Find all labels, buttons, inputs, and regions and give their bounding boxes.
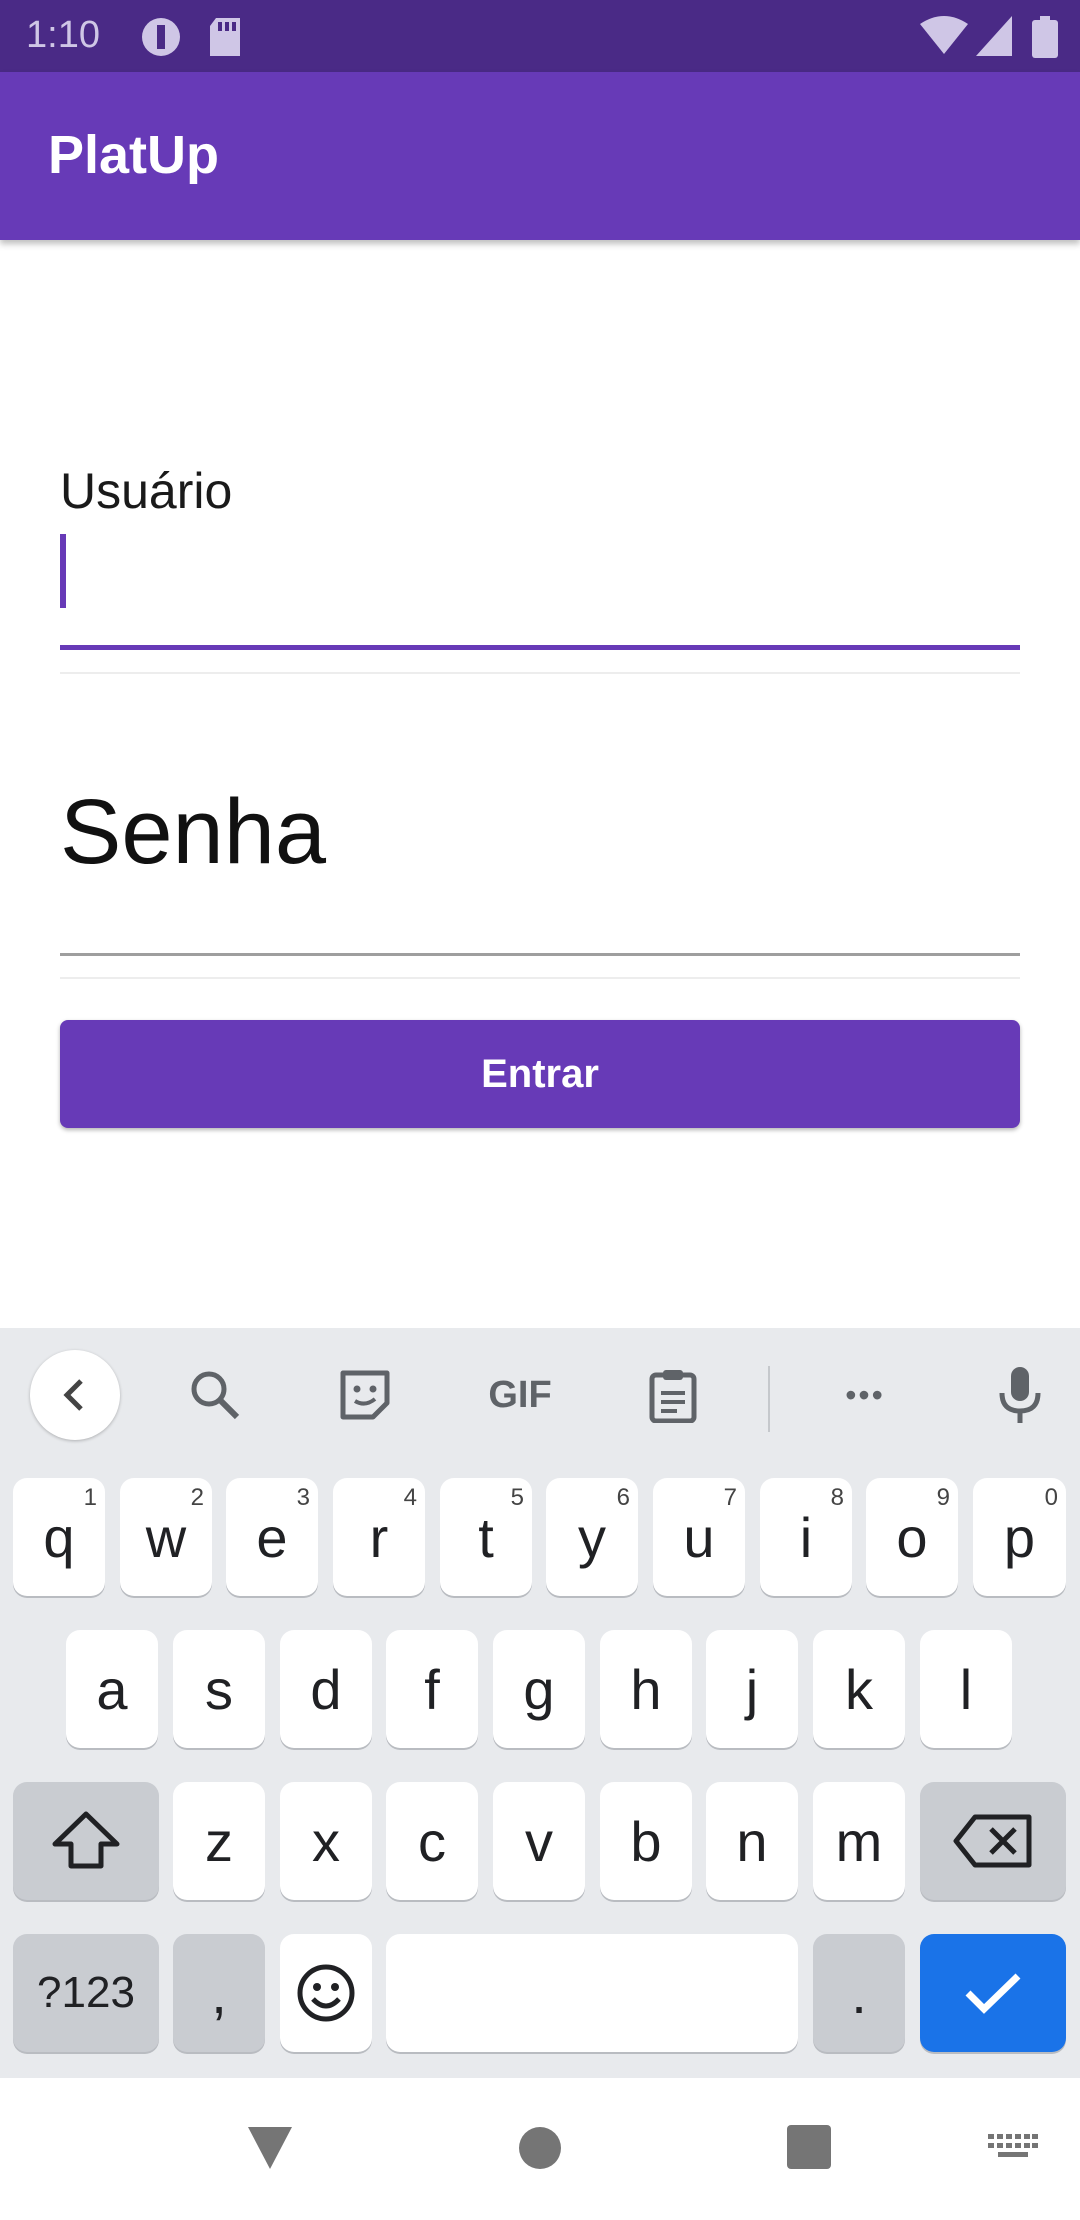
- key-z[interactable]: z: [173, 1782, 265, 1900]
- app-notification-icon: [140, 16, 182, 63]
- key-label: i: [799, 1505, 813, 1569]
- key-label: w: [145, 1505, 187, 1569]
- navigation-bar: [0, 2078, 1080, 2220]
- key-hint: 8: [830, 1484, 844, 1511]
- key-k[interactable]: k: [813, 1630, 905, 1748]
- app-title: PlatUp: [48, 125, 220, 185]
- sticker-icon[interactable]: [320, 1350, 410, 1440]
- key-hint: 6: [616, 1484, 630, 1511]
- password-underline: [60, 953, 1020, 956]
- symbols-key[interactable]: ?123: [13, 1934, 159, 2052]
- divider: [60, 977, 1020, 979]
- login-button[interactable]: Entrar: [60, 1020, 1020, 1128]
- key-a[interactable]: a: [66, 1630, 158, 1748]
- key-label: u: [683, 1505, 715, 1569]
- key-i[interactable]: i8: [760, 1478, 852, 1596]
- key-label: o: [896, 1505, 928, 1569]
- key-hint: 1: [83, 1484, 97, 1511]
- sd-card-icon: [208, 16, 242, 63]
- status-time: 1:10: [26, 14, 100, 56]
- key-hint: 7: [723, 1484, 737, 1511]
- enter-key[interactable]: [920, 1934, 1066, 2052]
- key-b[interactable]: b: [600, 1782, 692, 1900]
- key-c[interactable]: c: [386, 1782, 478, 1900]
- check-icon: [965, 1973, 1021, 2014]
- shift-icon: [52, 1811, 120, 1869]
- app-bar: PlatUp: [0, 72, 1080, 240]
- key-l[interactable]: l: [920, 1630, 1012, 1748]
- more-icon[interactable]: •••: [820, 1350, 910, 1440]
- search-icon[interactable]: [170, 1350, 260, 1440]
- wifi-icon: [920, 16, 968, 61]
- signal-icon: [976, 16, 1012, 61]
- gif-icon[interactable]: GIF: [470, 1350, 570, 1440]
- clipboard-icon[interactable]: [628, 1350, 718, 1440]
- backspace-icon: [953, 1814, 1032, 1868]
- key-m[interactable]: m: [813, 1782, 905, 1900]
- period-key[interactable]: .: [813, 1934, 905, 2052]
- backspace-key[interactable]: [920, 1782, 1066, 1900]
- key-w[interactable]: w2: [120, 1478, 212, 1596]
- key-label: y: [578, 1505, 606, 1569]
- key-q[interactable]: q1: [13, 1478, 105, 1596]
- key-j[interactable]: j: [706, 1630, 798, 1748]
- emoji-icon: [297, 1964, 355, 2022]
- username-label: Usuário: [60, 463, 233, 519]
- key-hint: 9: [936, 1484, 950, 1511]
- key-hint: 4: [403, 1484, 417, 1511]
- mic-icon[interactable]: [975, 1350, 1065, 1440]
- shift-key[interactable]: [13, 1782, 159, 1900]
- key-label: e: [256, 1505, 288, 1569]
- key-v[interactable]: v: [493, 1782, 585, 1900]
- password-placeholder: Senha: [60, 781, 327, 883]
- back-chevron-icon[interactable]: [30, 1350, 120, 1440]
- key-h[interactable]: h: [600, 1630, 692, 1748]
- key-u[interactable]: u7: [653, 1478, 745, 1596]
- key-t[interactable]: t5: [440, 1478, 532, 1596]
- home-icon[interactable]: [518, 2126, 562, 2175]
- comma-key[interactable]: ,: [173, 1934, 265, 2052]
- key-label: p: [1003, 1505, 1036, 1569]
- divider: [60, 672, 1020, 674]
- key-d[interactable]: d: [280, 1630, 372, 1748]
- key-o[interactable]: o9: [866, 1478, 958, 1596]
- key-hint: 2: [190, 1484, 204, 1511]
- key-n[interactable]: n: [706, 1782, 798, 1900]
- key-g[interactable]: g: [493, 1630, 585, 1748]
- key-label: r: [369, 1505, 389, 1569]
- status-bar: 1:10: [0, 0, 1080, 72]
- key-p[interactable]: p0: [973, 1478, 1066, 1596]
- toolbar-divider: [768, 1366, 770, 1432]
- recents-icon[interactable]: [786, 2124, 832, 2175]
- key-hint: 0: [1044, 1484, 1058, 1511]
- username-underline: [60, 645, 1020, 650]
- key-s[interactable]: s: [173, 1630, 265, 1748]
- battery-icon: [1032, 16, 1058, 63]
- username-input[interactable]: [60, 530, 1020, 650]
- key-label: t: [478, 1505, 494, 1569]
- key-hint: 3: [296, 1484, 310, 1511]
- key-hint: 5: [510, 1484, 524, 1511]
- key-r[interactable]: r4: [333, 1478, 425, 1596]
- key-x[interactable]: x: [280, 1782, 372, 1900]
- text-cursor: [60, 534, 66, 608]
- password-input[interactable]: Senha: [60, 760, 1020, 956]
- key-y[interactable]: y6: [546, 1478, 638, 1596]
- key-label: q: [43, 1505, 75, 1569]
- back-icon[interactable]: [245, 2124, 295, 2177]
- keyboard-switch-icon[interactable]: [988, 2134, 1038, 2169]
- key-e[interactable]: e3: [226, 1478, 318, 1596]
- soft-keyboard: GIF ••• q1 w2 e3 r4 t5 y6 u7 i8 o9 p0 a …: [0, 1328, 1080, 2078]
- space-key[interactable]: [386, 1934, 798, 2052]
- key-f[interactable]: f: [386, 1630, 478, 1748]
- emoji-key[interactable]: [280, 1934, 372, 2052]
